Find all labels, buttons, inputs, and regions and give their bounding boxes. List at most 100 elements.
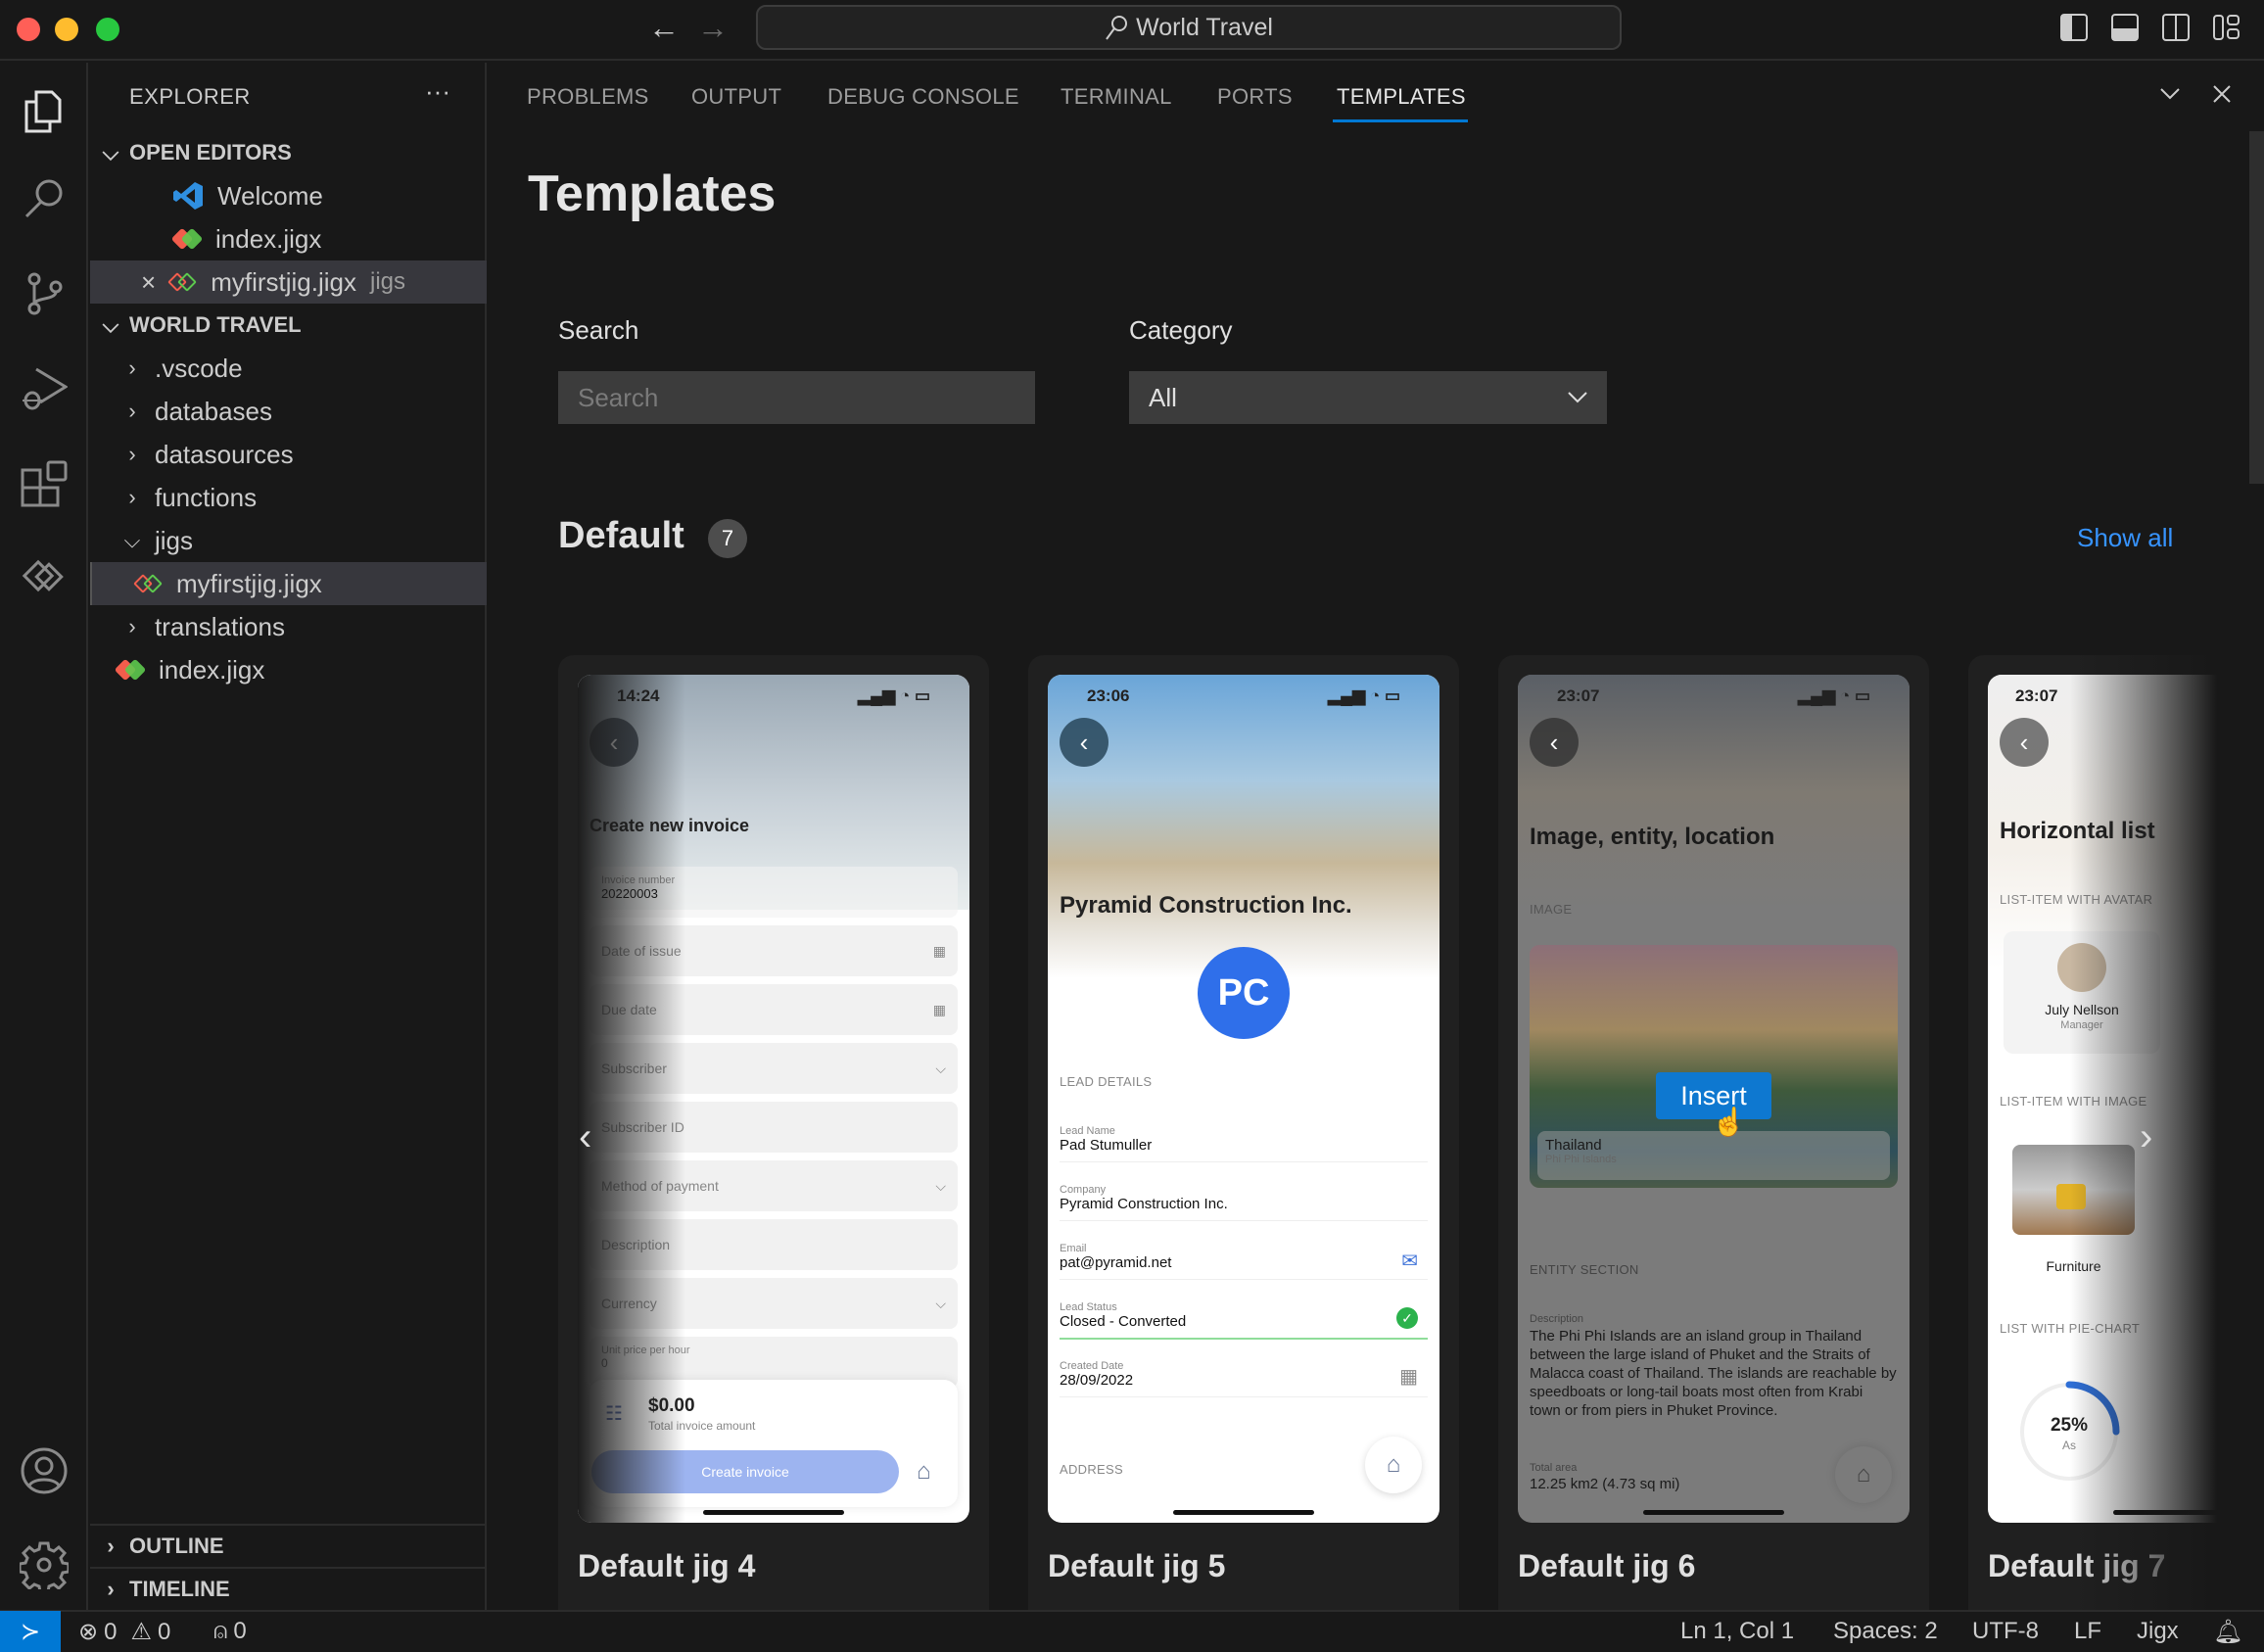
toggle-primary-sidebar-icon[interactable]: [2060, 14, 2088, 41]
preview-location-image: Thailand Phi Phi Islands: [1530, 945, 1898, 1188]
timeline-label: TIMELINE: [129, 1577, 230, 1601]
minimize-window-button[interactable]: [55, 18, 78, 41]
calendar-icon: ▦: [932, 942, 946, 959]
toggle-secondary-sidebar-icon[interactable]: [2162, 14, 2190, 41]
jigx-file-icon: [114, 657, 147, 683]
nav-forward-button[interactable]: →: [697, 10, 729, 46]
search-label: Search: [558, 315, 639, 345]
search-input[interactable]: [558, 371, 1035, 424]
template-name: Default jig 5: [1048, 1548, 1226, 1583]
preview-field: Method of payment ⌵: [590, 1160, 958, 1211]
search-icon[interactable]: [17, 170, 71, 225]
command-center-search[interactable]: World Travel: [756, 5, 1622, 50]
tree-item-databases[interactable]: › databases: [90, 390, 487, 433]
run-debug-icon[interactable]: [17, 361, 71, 416]
cursor-position[interactable]: Ln 1, Col 1: [1680, 1618, 1794, 1645]
template-preview: 14:24 ▂▄▆ ◔ ▭ ‹ Create new invoice Invoic…: [578, 675, 969, 1523]
workspace-label: WORLD TRAVEL: [129, 312, 302, 337]
phone-status-bar: 23:07: [2015, 686, 2058, 705]
preview-field: Due date ▦: [590, 984, 958, 1035]
tree-item-vscode[interactable]: › .vscode: [90, 347, 487, 390]
carousel-prev-button[interactable]: ‹: [579, 1115, 591, 1159]
status-bar: ≻ ⊗ 0 ⚠ 0 ⍝ 0 Ln 1, Col 1 Spaces: 2 UTF-8 L…: [0, 1610, 2264, 1652]
manage-gear-icon[interactable]: [17, 1537, 71, 1592]
carousel-next-button[interactable]: ›: [2140, 1115, 2152, 1159]
open-editor-welcome[interactable]: Welcome: [90, 174, 487, 217]
ports-indicator[interactable]: ⍝ 0: [213, 1618, 247, 1645]
template-card[interactable]: 23:07 ▂▄▆ ◔ ▭ ‹ Image, entity, location I…: [1498, 655, 1929, 1634]
close-icon[interactable]: ×: [141, 267, 156, 298]
template-card[interactable]: 23:07 ‹ Horizontal list LIST-ITEM WITH A…: [1968, 655, 2264, 1634]
tab-terminal[interactable]: TERMINAL: [1061, 84, 1172, 110]
encoding[interactable]: UTF-8: [1972, 1618, 2039, 1645]
tree-item-myfirstjig[interactable]: myfirstjig.jigx: [90, 562, 487, 605]
workspace-section[interactable]: ⌵ WORLD TRAVEL: [90, 304, 487, 347]
end-of-line[interactable]: LF: [2074, 1618, 2101, 1645]
page-title: Templates: [528, 165, 777, 222]
customize-layout-icon[interactable]: [2213, 14, 2240, 41]
tree-item-functions[interactable]: › functions: [90, 476, 487, 519]
template-card[interactable]: 14:24 ▂▄▆ ◔ ▭ ‹ Create new invoice Invoic…: [558, 655, 989, 1634]
open-editor-index[interactable]: index.jigx: [90, 217, 487, 260]
timeline-section[interactable]: › TIMELINE: [90, 1567, 487, 1610]
chevron-right-icon: ›: [107, 1534, 115, 1558]
template-card[interactable]: 23:06 ▂▄▆ ◔ ▭ ‹ Pyramid Construction Inc.…: [1028, 655, 1459, 1634]
tree-item-index[interactable]: index.jigx: [90, 648, 487, 691]
back-icon: ‹: [1060, 718, 1108, 767]
more-actions-button[interactable]: ···: [425, 76, 450, 107]
back-icon: ‹: [1530, 718, 1579, 767]
chevron-down-icon: ⌵: [935, 1177, 946, 1194]
chevron-right-icon: ›: [128, 355, 136, 380]
nav-back-button[interactable]: ←: [648, 10, 680, 46]
check-circle-icon: ✓: [1396, 1307, 1418, 1329]
tab-templates[interactable]: TEMPLATES: [1337, 84, 1466, 110]
open-editors-section[interactable]: ⌵ OPEN EDITORS: [90, 131, 487, 174]
preview-summary: ☷ $0.00 Total invoice amount Create invo…: [590, 1380, 958, 1507]
tree-item-jigs[interactable]: ⌵ jigs: [90, 519, 487, 562]
maximize-window-button[interactable]: [96, 18, 119, 41]
explorer-icon[interactable]: [17, 84, 71, 139]
section-count-badge: 7: [708, 519, 747, 558]
chevron-down-icon: ⌵: [935, 1060, 946, 1076]
accounts-icon[interactable]: [17, 1443, 71, 1498]
folder-name: jigs: [155, 525, 194, 555]
close-window-button[interactable]: [17, 18, 40, 41]
tree-item-datasources[interactable]: › datasources: [90, 433, 487, 476]
language-mode[interactable]: Jigx: [2137, 1618, 2179, 1645]
file-folder: jigs: [369, 268, 405, 295]
preview-section-header: LIST WITH PIE-CHART: [2000, 1321, 2141, 1336]
preview-section-header: LIST-ITEM WITH IMAGE: [2000, 1094, 2147, 1109]
notifications-bell-icon[interactable]: 🔔︎: [2213, 1618, 2242, 1646]
chevron-down-icon[interactable]: [2159, 86, 2181, 102]
preview-title: Horizontal list: [2000, 818, 2155, 844]
indentation[interactable]: Spaces: 2: [1833, 1618, 1938, 1645]
toggle-panel-icon[interactable]: [2111, 14, 2139, 41]
close-panel-icon[interactable]: [2212, 84, 2232, 104]
tab-ports[interactable]: PORTS: [1217, 84, 1293, 110]
category-label: Category: [1129, 315, 1233, 345]
tab-problems[interactable]: PROBLEMS: [527, 84, 649, 110]
mail-icon: ✉: [1401, 1251, 1418, 1272]
tab-output[interactable]: OUTPUT: [691, 84, 781, 110]
outline-section[interactable]: › OUTLINE: [90, 1524, 487, 1567]
jigx-icon[interactable]: [17, 550, 71, 605]
show-all-link[interactable]: Show all: [2077, 523, 2173, 553]
category-select[interactable]: All: [1129, 371, 1607, 424]
tab-debug-console[interactable]: DEBUG CONSOLE: [827, 84, 1019, 110]
category-value: All: [1149, 382, 1177, 412]
problems-indicator[interactable]: ⊗ 0 ⚠ 0: [78, 1618, 170, 1646]
file-name: index.jigx: [159, 654, 265, 684]
jigx-file-icon: [170, 226, 204, 252]
extensions-icon[interactable]: [17, 456, 71, 511]
folder-name: .vscode: [155, 353, 243, 383]
preview-title: Pyramid Construction Inc.: [1060, 892, 1352, 919]
open-editor-myfirstjig[interactable]: × myfirstjig.jigx jigs: [90, 260, 487, 304]
tree-item-translations[interactable]: › translations: [90, 605, 487, 648]
preview-avatar: PC: [1198, 947, 1290, 1039]
search-icon: [1106, 16, 1128, 40]
preview-field: Description: [590, 1219, 958, 1270]
scrollbar[interactable]: [2249, 131, 2264, 484]
source-control-icon[interactable]: [17, 266, 71, 321]
remote-indicator-icon[interactable]: ≻: [0, 1611, 61, 1652]
phone-status-bar: 23:06 ▂▄▆ ◔ ▭: [1087, 686, 1400, 705]
